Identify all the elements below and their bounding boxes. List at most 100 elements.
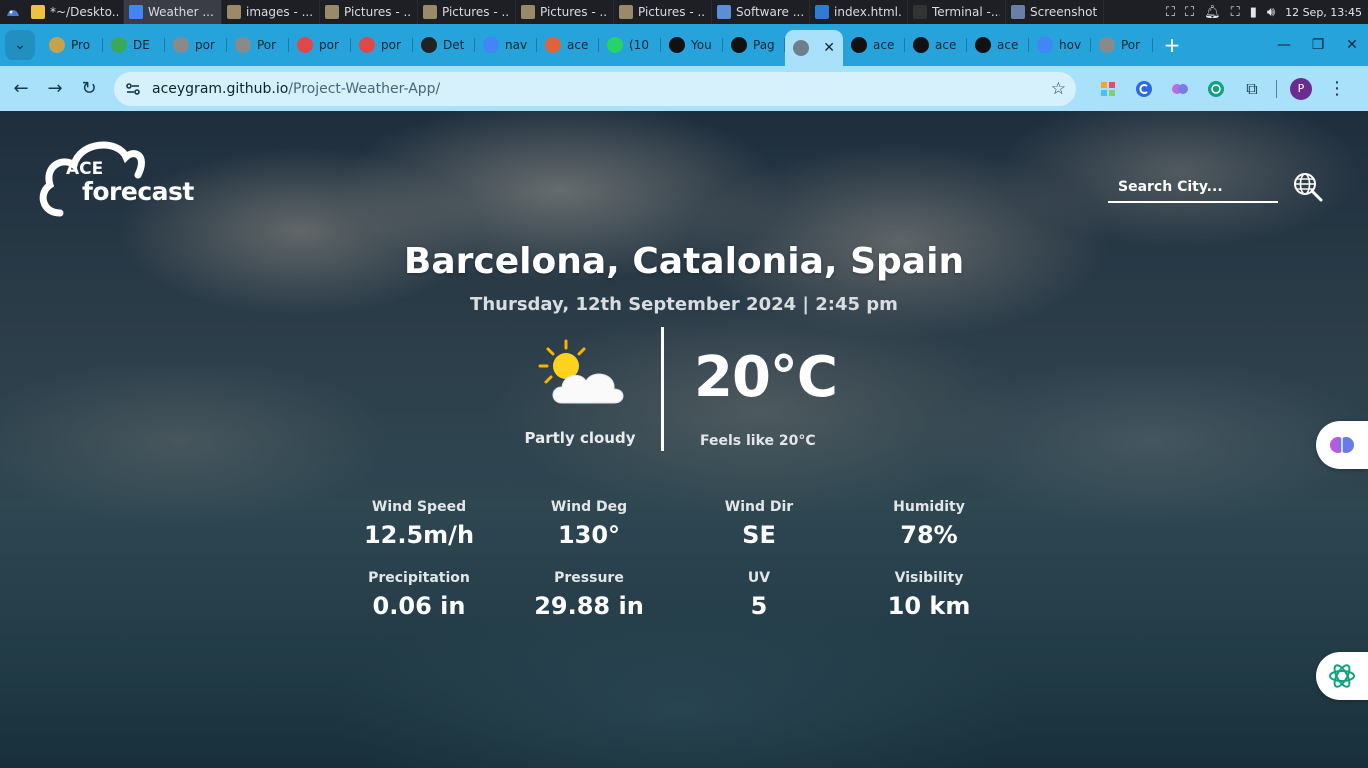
lan-icon[interactable]: ⛶ <box>1231 5 1240 20</box>
stat-label: Visibility <box>894 570 964 586</box>
app-icon <box>423 5 437 19</box>
stat-label: Precipitation <box>368 570 470 586</box>
profile-button[interactable]: P <box>1283 72 1319 106</box>
vertical-divider <box>661 327 664 451</box>
network-icon[interactable]: ⛶ <box>1166 5 1175 20</box>
minimize-button[interactable]: — <box>1268 30 1300 60</box>
taskbar-app[interactable]: Screenshot <box>1006 0 1104 24</box>
tab-label: Pag <box>753 38 775 52</box>
tab-label: Por <box>257 38 277 52</box>
bolt-icon <box>359 37 375 53</box>
stat-item: Wind Dir SE <box>674 499 844 549</box>
start-menu-button[interactable] <box>0 0 26 24</box>
taskbar-app-label: Software ... <box>736 5 804 19</box>
browser-tab[interactable]: Pro <box>41 29 103 61</box>
browser-tab[interactable]: DE <box>103 29 165 61</box>
close-tab-icon[interactable]: ✕ <box>823 40 835 56</box>
reload-button[interactable]: ↻ <box>72 72 106 106</box>
taskbar-app[interactable]: Software ... <box>712 0 810 24</box>
browser-tab[interactable]: por <box>165 29 227 61</box>
floating-brain-button[interactable] <box>1316 421 1368 469</box>
browser-tab[interactable]: Pag <box>723 29 785 61</box>
browser-tab[interactable]: nav <box>475 29 537 61</box>
browser-tab[interactable]: You <box>661 29 723 61</box>
tab-label: You <box>691 38 712 52</box>
site-info-icon[interactable] <box>124 80 142 98</box>
extension-chatgpt-button[interactable] <box>1198 72 1234 106</box>
battery-icon[interactable]: ▮ <box>1250 5 1257 20</box>
restore-button[interactable]: ❐ <box>1302 30 1334 60</box>
app-icon <box>717 5 731 19</box>
volume-icon[interactable]: 🔊︎ <box>1267 5 1275 20</box>
extension-c-button[interactable] <box>1126 72 1162 106</box>
extension-brain-button[interactable] <box>1162 72 1198 106</box>
browser-tab[interactable]: por <box>289 29 351 61</box>
browser-toolbar: ← → ↻ aceygram.github.io/Project-Weather… <box>0 66 1368 111</box>
stat-value: 0.06 in <box>372 592 466 620</box>
taskbar-app[interactable]: Pictures - ... <box>614 0 712 24</box>
logo-text-small: ACE <box>66 159 104 179</box>
browser-tab[interactable]: (10 <box>599 29 661 61</box>
search-input[interactable] <box>1108 173 1278 201</box>
network-alt-icon[interactable]: ⛶ <box>1185 5 1194 20</box>
floating-chatgpt-button[interactable] <box>1316 652 1368 700</box>
stat-item: Precipitation 0.06 in <box>334 570 504 620</box>
tab-label: por <box>319 38 339 52</box>
app-icon <box>619 5 633 19</box>
bookmark-star-icon[interactable]: ☆ <box>1051 79 1066 99</box>
system-clock[interactable]: 12 Sep, 13:45 <box>1285 6 1362 19</box>
extensions-button[interactable]: ⧉ <box>1234 72 1270 106</box>
stat-value: 10 km <box>887 592 971 620</box>
address-bar[interactable]: aceygram.github.io/Project-Weather-App/ … <box>114 71 1076 106</box>
whatsapp-icon <box>607 37 623 53</box>
browser-tab-strip: ⌄ Pro DE por Por por por Det nav ace (10 You Pag ✕ ac… <box>0 24 1368 66</box>
stat-value: 12.5m/h <box>363 521 475 549</box>
taskbar-app-label: index.html... <box>834 5 902 19</box>
feels-like: Feels like 20°C <box>700 433 816 449</box>
github-icon <box>669 37 685 53</box>
taskbar-app[interactable]: Terminal -... <box>908 0 1006 24</box>
browser-tab[interactable]: Por <box>1091 29 1153 61</box>
browser-tab[interactable]: ace <box>905 29 967 61</box>
browser-tab[interactable]: Det <box>413 29 475 61</box>
tab-active[interactable]: ✕ <box>785 30 843 66</box>
forward-button[interactable]: → <box>38 72 72 106</box>
browser-tab[interactable]: ace <box>537 29 599 61</box>
browser-tab[interactable]: ace <box>967 29 1029 61</box>
tab-search-button[interactable]: ⌄ <box>5 30 35 60</box>
browser-tab[interactable]: hov <box>1029 29 1091 61</box>
browser-tab[interactable]: Por <box>227 29 289 61</box>
partly-cloudy-icon <box>536 339 628 409</box>
chevron-down-icon: ⌄ <box>14 37 26 53</box>
new-tab-button[interactable]: + <box>1157 30 1187 60</box>
taskbar-app[interactable]: index.html... <box>810 0 908 24</box>
city-search <box>1108 173 1278 203</box>
brain-icon <box>1172 83 1188 94</box>
browser-menu-button[interactable]: ⋮ <box>1319 72 1355 106</box>
github-icon <box>913 37 929 53</box>
taskbar-app[interactable]: Pictures - ... <box>320 0 418 24</box>
taskbar-app-label: Terminal -... <box>932 5 1000 19</box>
taskbar-app[interactable]: *~/Deskto... <box>26 0 124 24</box>
search-button[interactable] <box>1292 171 1324 203</box>
globe-icon <box>1099 37 1115 53</box>
stat-value: 78% <box>900 521 958 549</box>
extension-colorgrid-button[interactable] <box>1090 72 1126 106</box>
back-button[interactable]: ← <box>4 72 38 106</box>
tab-label: Por <box>1121 38 1141 52</box>
browser-tab[interactable]: ace <box>843 29 905 61</box>
browser-tab[interactable]: por <box>351 29 413 61</box>
taskbar-app[interactable]: Weather ... <box>124 0 222 24</box>
app-logo[interactable]: ACE forecast <box>38 135 208 219</box>
tab-label: ace <box>935 38 957 52</box>
close-window-button[interactable]: ✕ <box>1336 30 1368 60</box>
stat-label: Wind Deg <box>550 499 628 515</box>
taskbar-app[interactable]: images - ... <box>222 0 320 24</box>
stat-label: Wind Dir <box>724 499 794 515</box>
tab-label: Det <box>443 38 465 52</box>
color-grid-icon <box>1101 81 1115 96</box>
notification-bell-icon[interactable]: 🔔︎ <box>1204 5 1221 20</box>
taskbar-app[interactable]: Pictures - ... <box>516 0 614 24</box>
taskbar-app[interactable]: Pictures - ... <box>418 0 516 24</box>
stat-value: 5 <box>750 592 768 620</box>
